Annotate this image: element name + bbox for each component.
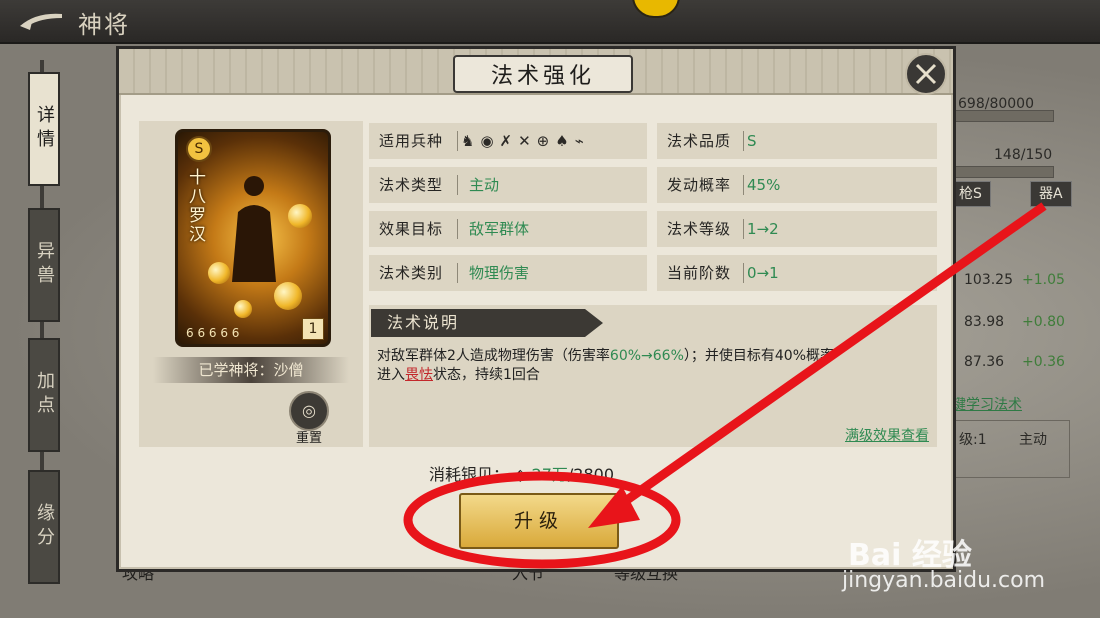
- spell-summary-box: 级:1 主动: [952, 420, 1070, 478]
- tab-points[interactable]: 加点: [28, 338, 60, 452]
- spell-summary-type: 主动: [1019, 432, 1047, 448]
- reset-button[interactable]: ◎ 重置: [287, 391, 331, 446]
- stat-value-3: 87.36: [964, 354, 1005, 370]
- attr-value: 主动: [469, 176, 500, 194]
- learned-by-label: 已学神将：沙僧: [153, 357, 349, 383]
- spell-name: 十八罗汉: [185, 168, 205, 244]
- level-bar: [952, 166, 1054, 178]
- attr-value: 敌军群体: [469, 220, 530, 238]
- reset-label: 重置: [295, 431, 322, 446]
- star-row: 6 6 6 6 6: [186, 326, 240, 340]
- orb: [234, 300, 252, 318]
- attr-row-target: 效果目标 敌军群体: [369, 211, 647, 247]
- hero-card-area: S 十八罗汉 6 6 6 6 6 1 已学神将：沙僧 ◎ 重置: [139, 121, 363, 447]
- tab-bond[interactable]: 缘分: [28, 470, 60, 584]
- attr-key: 法术等级: [667, 220, 732, 238]
- attr-row-units: 适用兵种 ♞◉✗✕⊕♠⌁: [369, 123, 647, 159]
- learn-spell-link[interactable]: 键学习法术: [952, 394, 1022, 414]
- attr-value: 物理伤害: [469, 264, 530, 282]
- level-text: 148/150: [994, 147, 1053, 163]
- stat-value-1: 103.25: [964, 272, 1013, 288]
- dialog-title: 法术强化: [453, 55, 633, 93]
- tab-beast[interactable]: 异兽: [28, 208, 60, 322]
- spell-description-box: 法术说明 对敌军群体2人造成物理伤害（伤害率60%→66%）；并使目标有40%概…: [369, 305, 937, 447]
- attr-key: 法术品质: [667, 132, 732, 150]
- coin-icon: [632, 0, 680, 18]
- silver-icon: ⬖: [514, 465, 527, 484]
- back-arrow-icon[interactable]: [16, 8, 66, 34]
- max-effect-link[interactable]: 满级效果查看: [845, 425, 929, 445]
- spell-summary-level: 级:1: [959, 432, 987, 448]
- tab-details[interactable]: 详情: [28, 72, 60, 186]
- orb: [274, 282, 302, 310]
- upgrade-button[interactable]: 升级: [459, 493, 619, 549]
- weapon-tag-tool: 器A: [1030, 181, 1072, 207]
- cost-value: 27万: [531, 465, 568, 484]
- attr-key: 法术类型: [379, 176, 444, 194]
- cost-line: 消耗银贝： ⬖ 27万/2800: [429, 461, 614, 485]
- attr-row-category: 法术类别 物理伤害: [369, 255, 647, 291]
- stat-delta-2: +0.80: [1022, 314, 1065, 330]
- attr-row-stage: 当前阶数 0→1: [657, 255, 937, 291]
- exp-text: 698/80000: [958, 96, 1034, 112]
- spell-upgrade-dialog: 法术强化 S 十八罗汉 6 6 6 6 6 1 已学神将：沙僧 ◎ 重置 适用兵…: [116, 46, 956, 572]
- monk-silhouette-icon: [232, 176, 276, 282]
- attr-row-type: 法术类型 主动: [369, 167, 647, 203]
- card-level: 1: [302, 318, 324, 340]
- quality-badge: S: [186, 136, 212, 162]
- stat-value-2: 83.98: [964, 314, 1005, 330]
- attr-key: 效果目标: [379, 220, 444, 238]
- attr-value: 1→2: [747, 220, 779, 238]
- close-button[interactable]: [905, 53, 947, 95]
- orb: [288, 204, 312, 228]
- spell-card: S 十八罗汉 6 6 6 6 6 1: [175, 129, 331, 347]
- dialog-header: 法术强化: [119, 49, 953, 95]
- stat-delta-1: +1.05: [1022, 272, 1065, 288]
- attr-key: 适用兵种: [379, 132, 444, 150]
- attr-value: S: [747, 132, 757, 150]
- attr-row-chance: 发动概率 45%: [657, 167, 937, 203]
- description-title: 法术说明: [371, 309, 585, 337]
- cost-label: 消耗银贝：: [429, 465, 510, 484]
- watermark-url: jingyan.baidu.com: [842, 568, 1046, 593]
- description-text: 对敌军群体2人造成物理伤害（伤害率60%→66%）；并使目标有40%概率 进入畏怯…: [377, 348, 834, 383]
- crossed-swords-close-icon: [915, 63, 937, 85]
- page-title: 神将: [78, 11, 130, 39]
- weapon-tag-spear: 枪S: [950, 181, 991, 207]
- attr-value: 45%: [747, 176, 781, 194]
- attr-key: 法术类别: [379, 264, 444, 282]
- attr-value: 0→1: [747, 264, 779, 282]
- swirl-icon: ◎: [289, 391, 329, 431]
- unit-type-icons: ♞◉✗✕⊕♠⌁: [461, 132, 590, 150]
- cost-total: /2800: [567, 465, 614, 484]
- attr-key: 当前阶数: [667, 264, 732, 282]
- stat-delta-3: +0.36: [1022, 354, 1065, 370]
- attr-row-level: 法术等级 1→2: [657, 211, 937, 247]
- attr-row-quality: 法术品质 S: [657, 123, 937, 159]
- attr-key: 发动概率: [667, 176, 732, 194]
- top-bar: 神将: [0, 0, 1100, 44]
- status-keyword-link[interactable]: 畏怯: [405, 367, 433, 383]
